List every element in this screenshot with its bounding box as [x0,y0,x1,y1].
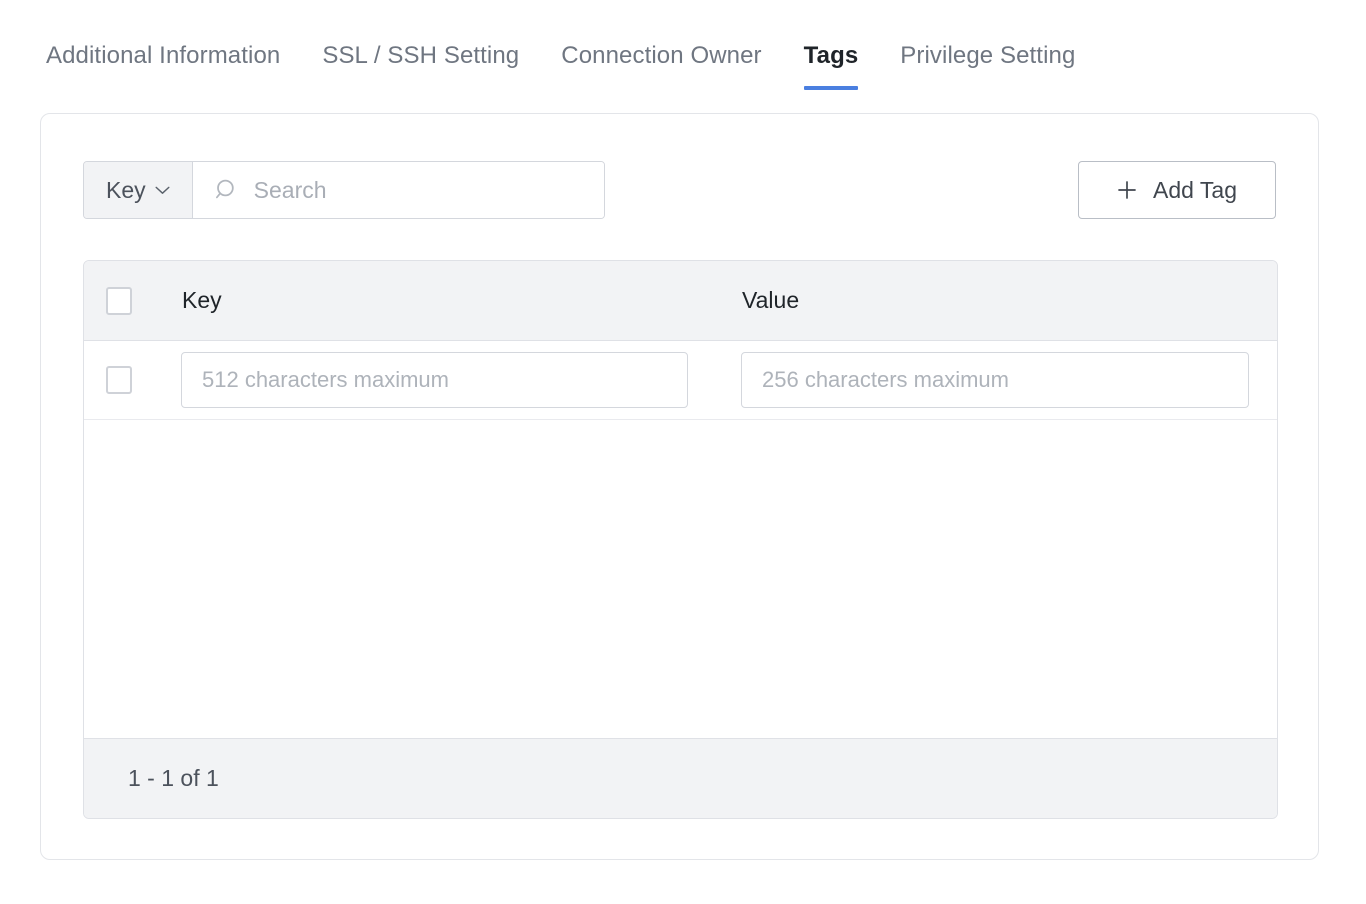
select-all-cell [84,287,181,315]
filter-field-label: Key [106,177,146,204]
table-body [84,341,1277,738]
chevron-down-icon [155,186,170,195]
tab-additional-information[interactable]: Additional Information [46,44,280,90]
active-tab-underline [804,86,859,90]
tab-connection-owner[interactable]: Connection Owner [561,44,761,90]
tags-toolbar: Key Add Tag [83,161,1276,219]
tab-tags[interactable]: Tags [804,44,859,90]
tag-value-input[interactable] [741,352,1249,408]
column-header-key[interactable]: Key [181,287,741,314]
tag-key-input[interactable] [181,352,688,408]
tab-label: SSL / SSH Setting [322,42,519,69]
row-select-cell [84,366,181,394]
cell-key [181,352,741,408]
table-row [84,341,1277,420]
search-box [193,162,604,218]
add-tag-button[interactable]: Add Tag [1078,161,1276,219]
tab-ssl-ssh-setting[interactable]: SSL / SSH Setting [322,44,519,90]
tab-label: Privilege Setting [900,42,1075,69]
cell-value [741,352,1277,408]
row-checkbox[interactable] [106,366,132,394]
tab-label: Tags [804,42,859,69]
plus-icon [1117,180,1137,200]
search-icon [215,178,240,203]
tab-label: Additional Information [46,42,280,69]
add-tag-label: Add Tag [1153,177,1237,204]
search-filter-group: Key [83,161,605,219]
tags-panel: Key Add Tag [40,113,1319,860]
tab-bar: Additional Information SSL / SSH Setting… [0,0,1366,90]
tab-label: Connection Owner [561,42,761,69]
table-footer: 1 - 1 of 1 [84,738,1277,818]
search-input[interactable] [252,162,590,218]
select-all-checkbox[interactable] [106,287,132,315]
tags-table: Key Value 1 - 1 of 1 [83,260,1278,819]
column-header-value[interactable]: Value [741,287,1277,314]
filter-field-dropdown[interactable]: Key [84,162,193,218]
table-header-row: Key Value [84,261,1277,341]
tab-privilege-setting[interactable]: Privilege Setting [900,44,1075,90]
pagination-summary: 1 - 1 of 1 [128,765,219,792]
